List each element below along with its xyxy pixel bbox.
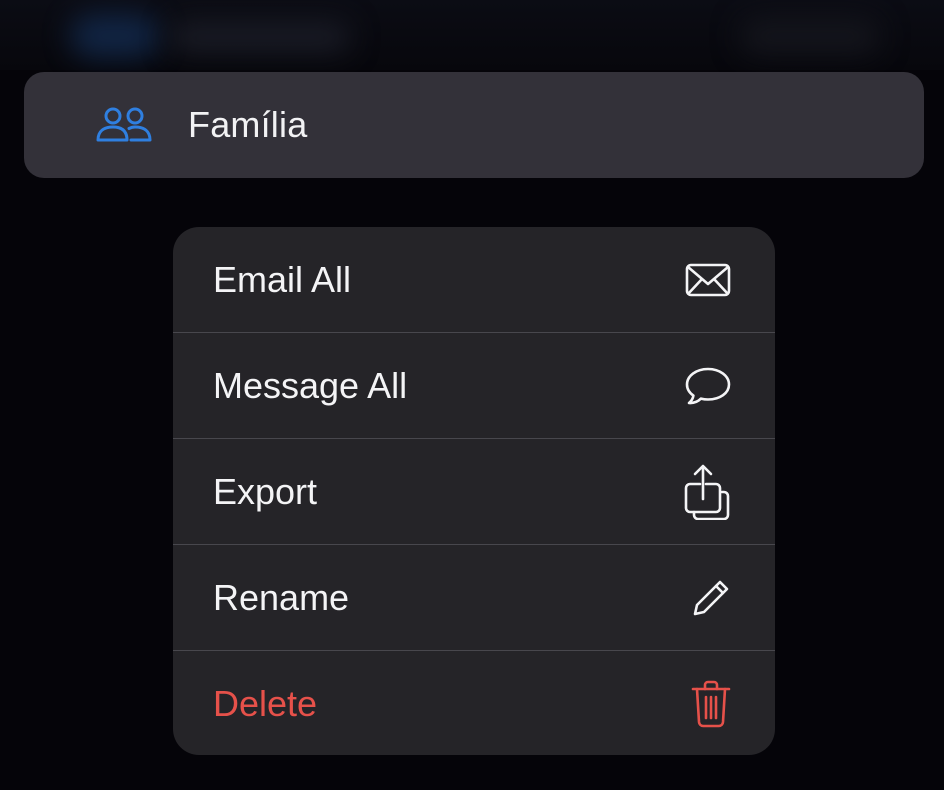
group-row-familia[interactable]: Família xyxy=(24,72,924,178)
menu-item-delete[interactable]: Delete xyxy=(173,651,775,755)
blurred-shape xyxy=(740,18,880,54)
menu-item-label: Delete xyxy=(213,683,318,724)
pencil-icon xyxy=(693,580,729,615)
group-name: Família xyxy=(188,104,308,145)
message-bubble-icon xyxy=(685,367,731,404)
menu-item-email-all[interactable]: Email All xyxy=(173,227,775,333)
menu-item-label: Message All xyxy=(213,364,408,406)
screen: Família Email All Message All Export Ren… xyxy=(0,0,944,790)
menu-item-message-all[interactable]: Message All xyxy=(173,333,775,439)
blurred-shape xyxy=(170,22,350,52)
menu-item-label: Rename xyxy=(213,576,350,618)
menu-item-label: Export xyxy=(213,470,318,512)
menu-item-label: Email All xyxy=(213,258,352,300)
person-2-icon xyxy=(96,107,152,142)
blurred-background xyxy=(0,0,944,70)
blurred-shape xyxy=(70,14,160,58)
trash-icon xyxy=(691,680,731,728)
share-icon xyxy=(684,464,730,520)
context-menu: Email All Message All Export Rename Dele… xyxy=(173,227,775,755)
menu-item-rename[interactable]: Rename xyxy=(173,545,775,651)
menu-item-export[interactable]: Export xyxy=(173,439,775,545)
envelope-icon xyxy=(685,263,731,296)
